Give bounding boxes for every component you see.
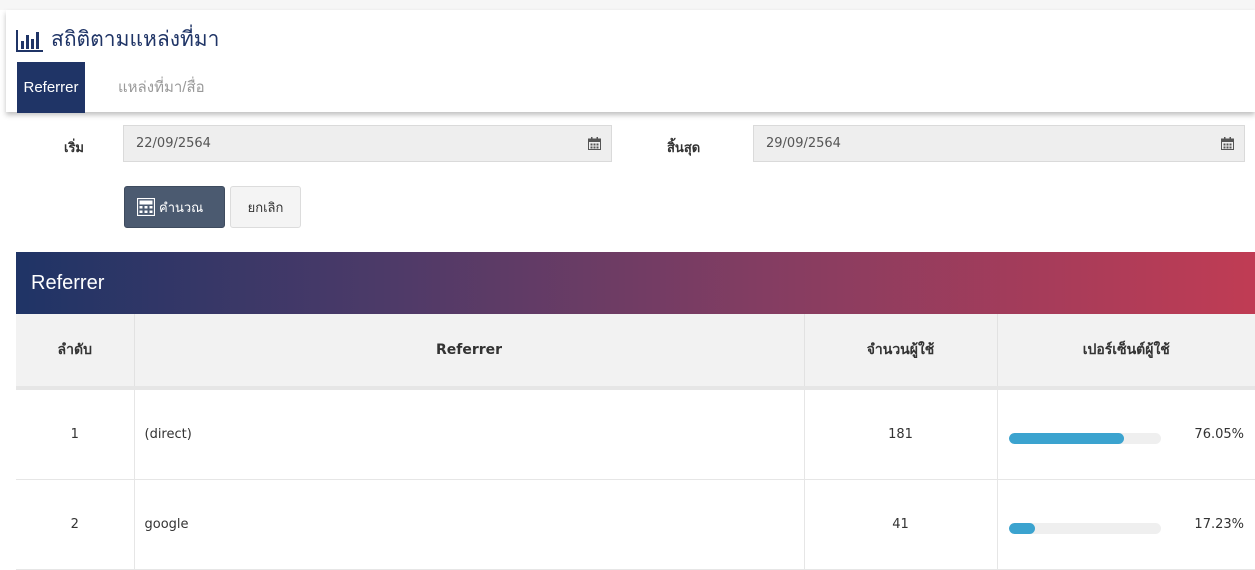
column-header-users[interactable]: จำนวนผู้ใช้ <box>804 314 998 390</box>
percent-text: 76.05% <box>1194 427 1244 442</box>
percent-text: 17.23% <box>1194 517 1244 532</box>
end-date-field[interactable]: 29/09/2564 <box>753 125 1245 162</box>
column-header-rank[interactable]: ลำดับ <box>16 314 135 390</box>
calculate-label: คำนวณ <box>159 199 204 215</box>
card-title: Referrer <box>31 271 105 294</box>
referrer-cell: (direct) <box>134 388 805 480</box>
calculator-icon <box>137 198 155 216</box>
start-date-field[interactable]: 22/09/2564 <box>123 125 612 162</box>
percent-cell: 17.23% <box>997 479 1255 570</box>
cancel-button[interactable]: ยกเลิก <box>230 186 301 228</box>
start-date-value: 22/09/2564 <box>136 136 211 151</box>
progress-fill <box>1008 433 1125 444</box>
start-date-label: เริ่ม <box>64 141 84 156</box>
column-header-percent[interactable]: เปอร์เซ็นต์ผู้ใช้ <box>997 314 1255 390</box>
calendar-icon[interactable] <box>588 137 601 154</box>
table-row: 2 google 41 17.23% <box>16 479 1255 570</box>
table-header-row: ลำดับ Referrer จำนวนผู้ใช้ เปอร์เซ็นต์ผู… <box>16 314 1255 390</box>
end-date-label: สิ้นสุด <box>667 141 701 156</box>
users-cell: 181 <box>804 388 998 480</box>
progress-fill <box>1008 523 1035 534</box>
tab-source-medium[interactable]: แหล่งที่มา/สื่อ <box>108 61 215 112</box>
calendar-icon[interactable] <box>1221 137 1234 154</box>
column-header-referrer[interactable]: Referrer <box>134 314 805 390</box>
rank-cell: 1 <box>16 388 135 480</box>
bar-chart-icon <box>16 30 43 52</box>
referrer-table: ลำดับ Referrer จำนวนผู้ใช้ เปอร์เซ็นต์ผู… <box>16 314 1255 570</box>
page-title: สถิติตามแหล่งที่มา <box>51 28 220 51</box>
title-row: สถิติตามแหล่งที่มา <box>16 28 219 52</box>
page-header: สถิติตามแหล่งที่มา Referrer แหล่งที่มา/ส… <box>6 10 1255 113</box>
progress-bar <box>1008 523 1161 534</box>
top-strip <box>0 0 1255 10</box>
end-date-value: 29/09/2564 <box>766 136 841 151</box>
calculate-button[interactable]: คำนวณ <box>124 186 225 228</box>
tab-referrer[interactable]: Referrer <box>17 62 85 113</box>
referrer-cell: google <box>134 479 805 570</box>
users-cell: 41 <box>804 479 998 570</box>
progress-bar <box>1008 433 1161 444</box>
percent-cell: 76.05% <box>997 388 1255 480</box>
rank-cell: 2 <box>16 479 135 570</box>
card-header: Referrer <box>16 252 1255 314</box>
table-row: 1 (direct) 181 76.05% <box>16 388 1255 480</box>
